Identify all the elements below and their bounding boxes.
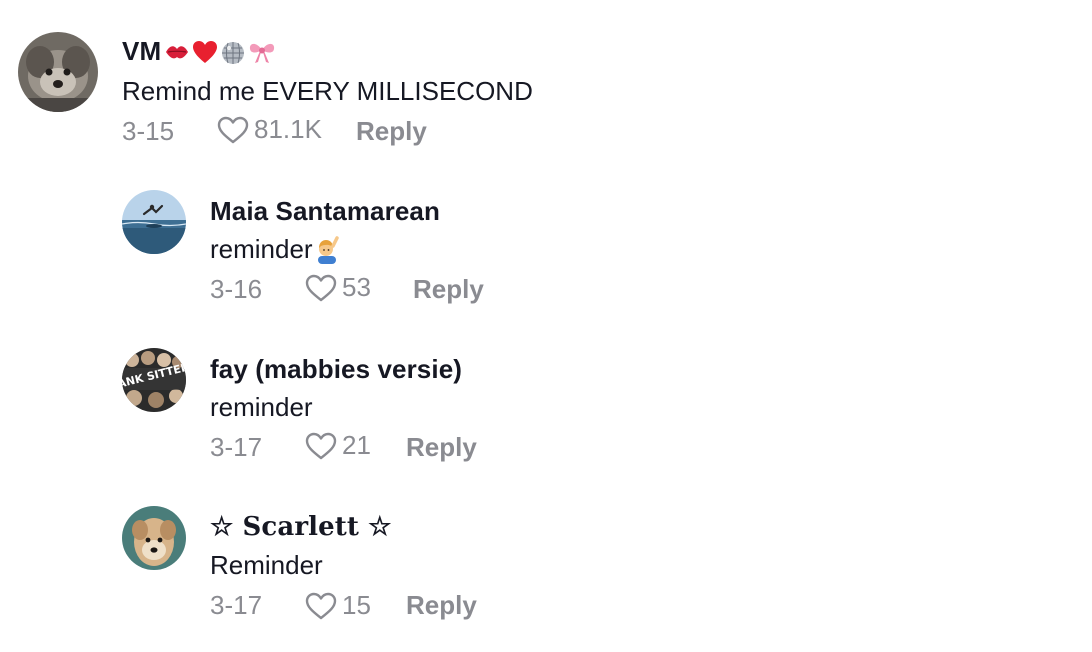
comment-text-value: reminder <box>210 234 313 264</box>
like-button[interactable]: 53 <box>304 272 371 303</box>
like-button[interactable]: 15 <box>304 590 371 621</box>
avatar[interactable] <box>122 190 186 254</box>
comment-meta: 3-17 21 Reply <box>210 430 610 466</box>
like-button[interactable]: 21 <box>304 430 371 461</box>
like-button[interactable]: 81.1K <box>216 114 322 145</box>
reply-comment-item: ☆ Scarlett ☆ Reminder 3-17 15 Reply <box>0 486 1092 652</box>
comment-text: reminder <box>210 234 340 265</box>
avatar[interactable] <box>18 32 98 112</box>
comment-username[interactable]: fay (mabbies versie) <box>210 354 462 385</box>
comment-username[interactable]: ☆ Scarlett ☆ <box>210 512 392 542</box>
group-photo-avatar-image: BANK SITTERS <box>122 348 186 412</box>
avatar[interactable] <box>122 506 186 570</box>
reply-button[interactable]: Reply <box>356 116 427 147</box>
avatar[interactable]: BANK SITTERS <box>122 348 186 412</box>
username-text: VM <box>122 36 162 66</box>
comment-item: VM Remind me EVERY MILLISECOND 3-15 81.1… <box>0 0 1092 170</box>
like-count: 53 <box>342 272 371 302</box>
comment-date: 3-15 <box>122 116 175 146</box>
comment-text: Reminder <box>210 550 323 580</box>
person-raising-hand-icon <box>317 235 339 264</box>
like-count: 81.1K <box>254 114 322 144</box>
comment-username[interactable]: VM <box>122 36 277 67</box>
comment-date: 3-17 <box>210 590 263 620</box>
heart-icon <box>305 274 337 301</box>
pink-ribbon-icon <box>250 43 275 63</box>
reply-button[interactable]: Reply <box>413 274 484 305</box>
reply-comment-item: BANK SITTERS fay (mabbies versie) remind… <box>0 328 1092 486</box>
username-emojis <box>163 39 277 65</box>
red-heart-icon <box>193 40 218 63</box>
kiss-lips-icon <box>166 45 189 58</box>
comment-date: 3-16 <box>210 274 263 304</box>
disco-ball-icon <box>222 41 245 64</box>
heart-icon <box>217 116 249 143</box>
dog-avatar-image <box>18 32 98 112</box>
comment-text: Remind me EVERY MILLISECOND <box>122 76 533 106</box>
reply-comment-item: Maia Santamarean reminder 3-16 53 Reply <box>0 170 1092 328</box>
heart-icon <box>305 592 337 619</box>
like-count: 15 <box>342 590 371 620</box>
ocean-avatar-image <box>122 190 186 254</box>
like-count: 21 <box>342 430 371 460</box>
comment-date: 3-17 <box>210 432 263 462</box>
reply-button[interactable]: Reply <box>406 590 477 621</box>
reply-button[interactable]: Reply <box>406 432 477 463</box>
comment-username[interactable]: Maia Santamarean <box>210 196 440 227</box>
terrier-avatar-image <box>122 506 186 570</box>
comment-meta: 3-17 15 Reply <box>210 588 610 624</box>
heart-icon <box>305 432 337 459</box>
comment-text: reminder <box>210 392 313 422</box>
comment-meta: 3-15 81.1K Reply <box>122 114 522 150</box>
comment-meta: 3-16 53 Reply <box>210 272 610 308</box>
